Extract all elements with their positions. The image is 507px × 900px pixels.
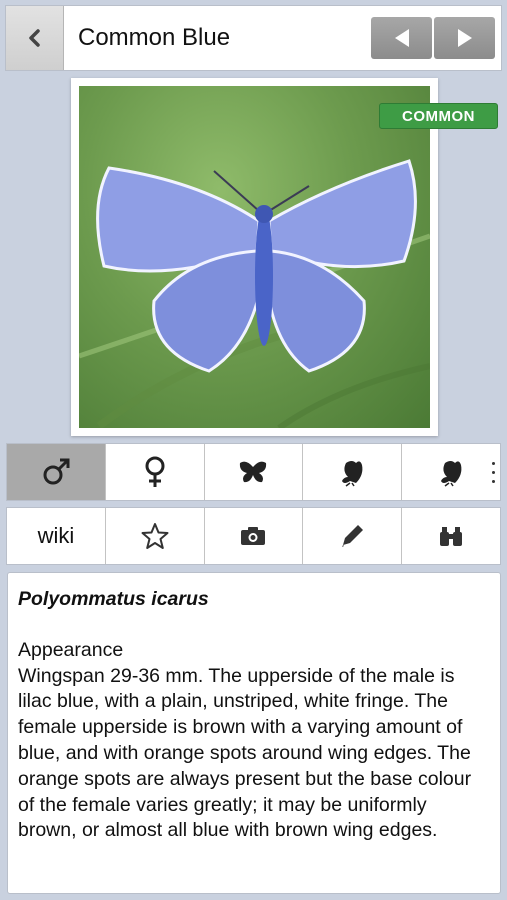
butterfly-underside-alt-icon bbox=[441, 461, 462, 487]
chevron-left-icon bbox=[28, 29, 40, 47]
camera-icon bbox=[241, 527, 266, 545]
dot bbox=[492, 479, 496, 483]
wiki-label: wiki bbox=[37, 523, 75, 548]
more-options-button[interactable] bbox=[487, 444, 501, 500]
back-button[interactable] bbox=[6, 6, 64, 70]
star-icon bbox=[141, 523, 169, 549]
species-nav bbox=[371, 17, 495, 59]
next-species-button[interactable] bbox=[434, 17, 495, 59]
tab-photos[interactable] bbox=[205, 508, 304, 564]
tab-female[interactable] bbox=[106, 444, 205, 500]
rarity-badge: COMMON bbox=[379, 103, 498, 129]
tab-favorite[interactable] bbox=[106, 508, 205, 564]
tab-male[interactable] bbox=[7, 444, 106, 500]
butterfly-illustration bbox=[79, 159, 430, 428]
dot bbox=[492, 461, 496, 465]
tab-upperside[interactable] bbox=[205, 444, 304, 500]
species-photo-frame[interactable] bbox=[71, 78, 438, 436]
page-title: Common Blue bbox=[78, 24, 231, 51]
tool-tabs: wiki bbox=[6, 507, 501, 565]
tab-underside[interactable] bbox=[303, 444, 403, 500]
triangle-right-icon bbox=[457, 29, 472, 47]
dot bbox=[492, 470, 496, 474]
previous-species-button[interactable] bbox=[371, 17, 432, 59]
tab-underside-alt[interactable] bbox=[402, 444, 500, 500]
female-icon bbox=[145, 456, 165, 487]
pencil-icon bbox=[342, 525, 364, 547]
binoculars-icon bbox=[440, 527, 463, 546]
section-title: Appearance bbox=[18, 638, 124, 661]
butterfly-underside-icon bbox=[342, 461, 363, 487]
tab-wiki[interactable]: wiki bbox=[7, 508, 106, 564]
tab-sightings[interactable] bbox=[402, 508, 500, 564]
species-description: Polyommatus icarus Appearance Wingspan 2… bbox=[7, 572, 501, 894]
male-icon bbox=[43, 458, 70, 485]
view-tabs bbox=[6, 443, 501, 501]
tab-notes[interactable] bbox=[303, 508, 403, 564]
description-text: Wingspan 29-36 mm. The upperside of the … bbox=[18, 664, 472, 842]
butterfly-upperside-icon bbox=[240, 461, 267, 483]
triangle-left-icon bbox=[394, 29, 409, 47]
butterfly-photo bbox=[79, 86, 430, 428]
top-bar: Common Blue bbox=[5, 5, 502, 71]
latin-name: Polyommatus icarus bbox=[18, 588, 209, 610]
